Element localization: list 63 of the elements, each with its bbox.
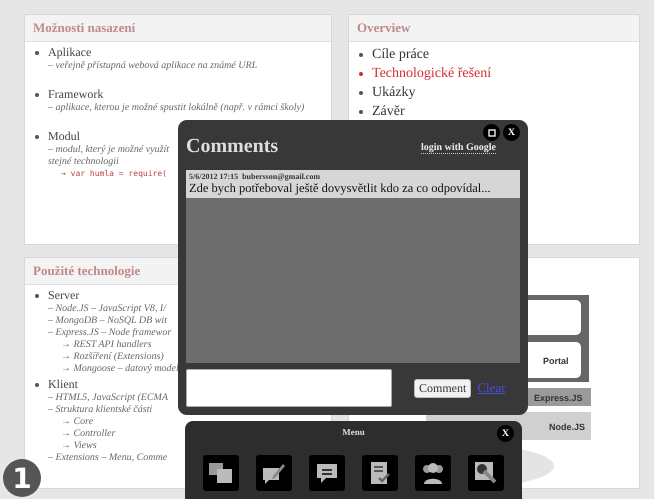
diagram-label: Portal [543,356,569,366]
comment-text: Zde bych potřeboval ještě dovysvětlit kdo za co odpovídal... [189,181,492,196]
bullet-icon [359,72,363,76]
sub-item: – MongoDB – NoSQL DB wit [47,315,167,327]
sub-item: – Node.JS – JavaScript V8, I/ [47,303,166,315]
sub-item: stejné technologii [47,156,119,168]
menu-tile[interactable] [362,455,398,491]
menu-title: Menu [342,427,365,437]
maximize-button[interactable] [483,124,500,141]
list-item: Aplikace [48,45,92,60]
sub-item: – Struktura klientské části [47,404,152,416]
sub-item: – HTML5, JavaScript (ECMA [47,392,168,404]
sub-item: – modul, který je možné využít [47,144,170,156]
users-icon [420,460,446,486]
comment-date: 5/6/2012 17:15 [189,172,238,181]
wrench-icon [473,460,499,486]
bullet-icon [359,110,363,114]
slide-number-badge: 1 [3,459,41,497]
bullet-icon [35,92,39,96]
stacked-windows-icon [208,460,234,486]
toc-item: Ukázky [372,84,416,102]
toc-item: Technologické řešení [372,65,492,83]
diagram-label: Express.JS [534,393,583,403]
sub-item: – veřejně přístupná webová aplikace na známé URL [47,60,258,72]
sub-item: → Core [60,416,94,428]
code-line: → var humla = require( [60,168,167,180]
toc-item: Cíle práce [372,46,430,64]
bullet-icon [35,134,39,138]
close-button[interactable]: X [503,124,520,141]
diagram-label: Node.JS [549,422,586,432]
list-item: Modul [48,129,80,144]
slide-title: Použité technologie [33,263,140,279]
bullet-icon [359,90,363,94]
list-item: Framework [48,87,104,102]
menu-tile[interactable] [415,455,451,491]
sub-item: → Controller [60,428,116,440]
sub-item: – Express.JS – Node framewor [47,327,172,339]
slide-title: Overview [357,20,410,36]
sub-item: → Rozšíření (Extensions) [60,351,164,363]
square-icon [488,128,496,136]
bullet-icon [35,50,39,54]
close-button[interactable]: X [497,425,514,442]
sub-item: → REST API handlers [60,339,152,351]
sub-item: – Extensions – Menu, Comme [47,452,168,464]
bullet-icon [359,52,363,56]
list-item: Klient [48,377,78,392]
slide-title: Možnosti nasazení [33,20,136,36]
login-link[interactable]: login with Google [420,142,496,154]
menu-tile[interactable] [203,455,239,491]
menu-tile[interactable] [468,455,504,491]
menu-tile[interactable] [309,455,345,491]
menu-tile[interactable] [256,455,292,491]
comment-button[interactable]: Comment [414,378,472,398]
toc-item: Závěr [372,103,405,121]
list-item: Server [48,288,80,303]
bullet-icon [35,294,39,298]
sub-item: → Views [60,440,97,452]
comment-author: bubersson@gmail.com [242,172,320,181]
sub-item: → Mongoose – datový model [60,363,179,375]
comment-input[interactable] [186,369,392,407]
sub-item: – aplikace, kterou je možné spustit lokálně (např. v rámci školy) [47,102,304,114]
bullet-icon [35,382,39,386]
window-title: Comments [186,135,278,158]
